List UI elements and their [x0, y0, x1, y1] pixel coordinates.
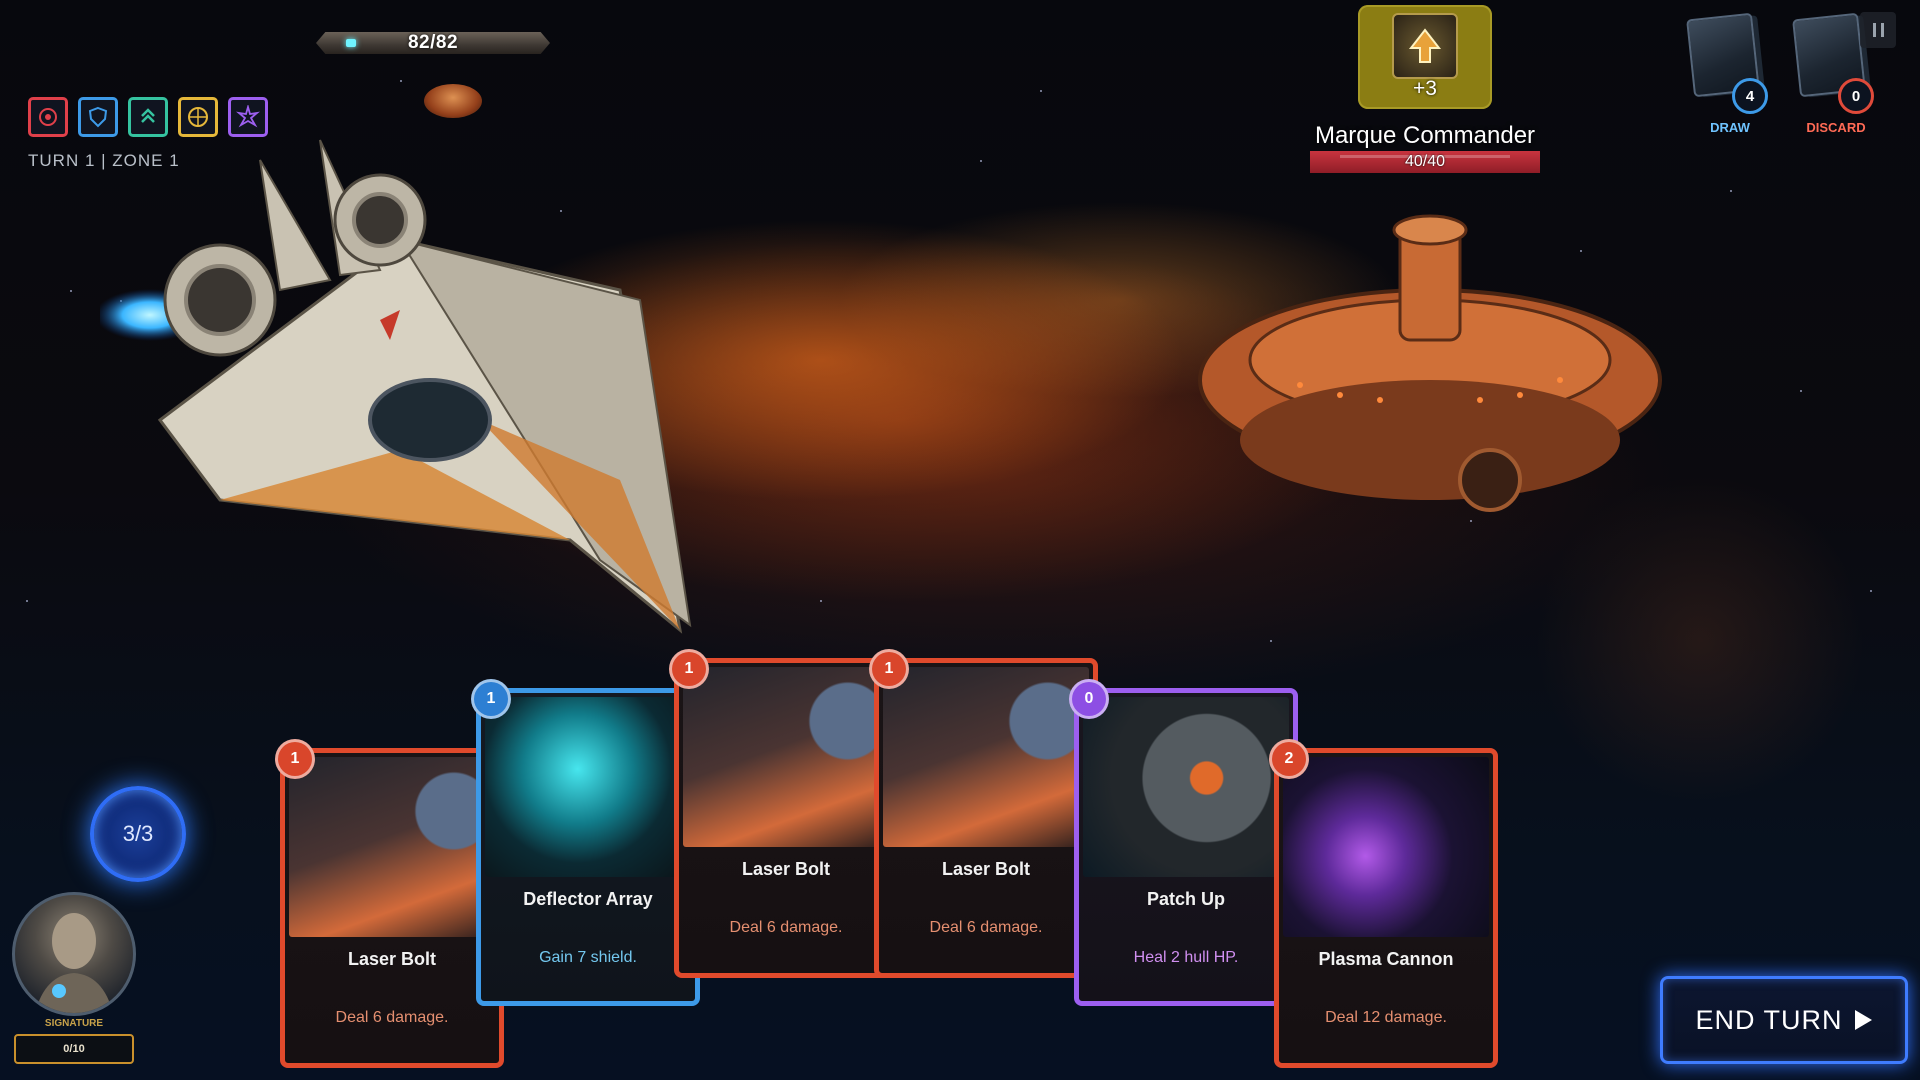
- enemy-hp-text: 40/40: [1404, 153, 1446, 170]
- card-art: [883, 667, 1089, 847]
- end-turn-button[interactable]: END TURN: [1660, 976, 1908, 1064]
- card-description: Gain 7 shield.: [539, 949, 637, 966]
- card-description: Deal 6 damage.: [335, 1009, 449, 1026]
- card-deflector-array[interactable]: 1 Deflector Array Gain 7 shield.: [471, 679, 700, 1006]
- card-cost: 1: [669, 649, 709, 689]
- card-cost: 1: [275, 739, 315, 779]
- discard-label: DISCARD: [1806, 120, 1866, 135]
- enemy-hp-bar: 40/40: [1310, 151, 1540, 173]
- burst-icon[interactable]: [228, 97, 268, 137]
- card-name: Laser Bolt: [741, 859, 831, 879]
- card-patch-up[interactable]: 0 Patch Up Heal 2 hull HP.: [1069, 679, 1298, 1006]
- pause-button[interactable]: [1860, 12, 1896, 48]
- card-laser-bolt[interactable]: 1 Laser Bolt Deal 6 damage.: [669, 649, 898, 978]
- signature-value: 0/10: [63, 1043, 85, 1055]
- player-ship: [100, 139, 692, 634]
- card-art: [1283, 757, 1489, 937]
- card-plasma-cannon[interactable]: 2 Plasma Cannon Deal 12 damage.: [1269, 739, 1498, 1068]
- card-laser-bolt[interactable]: 1 Laser Bolt Deal 6 damage.: [275, 739, 504, 1068]
- pilot-avatar[interactable]: [12, 892, 136, 1016]
- chevrons-up-icon[interactable]: [128, 97, 168, 137]
- card-description: Deal 6 damage.: [929, 919, 1043, 936]
- enemy-intent[interactable]: +3: [1358, 5, 1492, 109]
- discard-count: 0: [1838, 78, 1874, 114]
- draw-count: 4: [1732, 78, 1768, 114]
- card-cost: 1: [471, 679, 511, 719]
- card-description: Deal 12 damage.: [1325, 1009, 1447, 1026]
- enemy-name: Marque Commander: [1314, 122, 1536, 149]
- card-cost: 2: [1269, 739, 1309, 779]
- radar-icon[interactable]: [178, 97, 218, 137]
- distant-ufo: [424, 84, 482, 118]
- signature-meter: 0/10: [14, 1034, 134, 1064]
- card-description: Deal 6 damage.: [729, 919, 843, 936]
- enemy-intent-value: +3: [1413, 77, 1437, 100]
- enemy-ship: [1198, 214, 1662, 512]
- card-art: [683, 667, 889, 847]
- player-hp-bar: 82/82: [316, 32, 550, 54]
- status-effects: [28, 97, 268, 137]
- end-turn-label: END TURN: [1695, 1004, 1843, 1035]
- signature-label: SIGNATURE: [44, 1018, 104, 1029]
- card-name: Deflector Array: [523, 889, 653, 909]
- shield-icon[interactable]: [78, 97, 118, 137]
- target-icon[interactable]: [28, 97, 68, 137]
- play-arrow-icon: [1854, 1010, 1872, 1030]
- arrow-up-icon: [1392, 13, 1458, 79]
- card-laser-bolt[interactable]: 1 Laser Bolt Deal 6 damage.: [869, 649, 1098, 978]
- card-art: [1083, 697, 1289, 877]
- card-cost: 1: [869, 649, 909, 689]
- player-hp-text: 82/82: [407, 32, 459, 53]
- card-name: Laser Bolt: [941, 859, 1031, 879]
- card-art: [289, 757, 495, 937]
- energy-orb: 3/3: [90, 786, 186, 882]
- energy-text: 3/3: [122, 821, 154, 846]
- pause-icon: [1872, 23, 1876, 37]
- card-name: Patch Up: [1146, 889, 1225, 909]
- turn-zone-label: TURN 1 | ZONE 1: [28, 151, 180, 170]
- card-description: Heal 2 hull HP.: [1133, 949, 1239, 966]
- hp-gem-icon: [346, 39, 356, 47]
- card-art: [485, 697, 691, 877]
- draw-pile[interactable]: 4 DRAW: [1680, 12, 1770, 135]
- card-name: Plasma Cannon: [1318, 949, 1454, 969]
- draw-label: DRAW: [1710, 120, 1750, 135]
- card-name: Laser Bolt: [347, 949, 437, 969]
- card-cost: 0: [1069, 679, 1109, 719]
